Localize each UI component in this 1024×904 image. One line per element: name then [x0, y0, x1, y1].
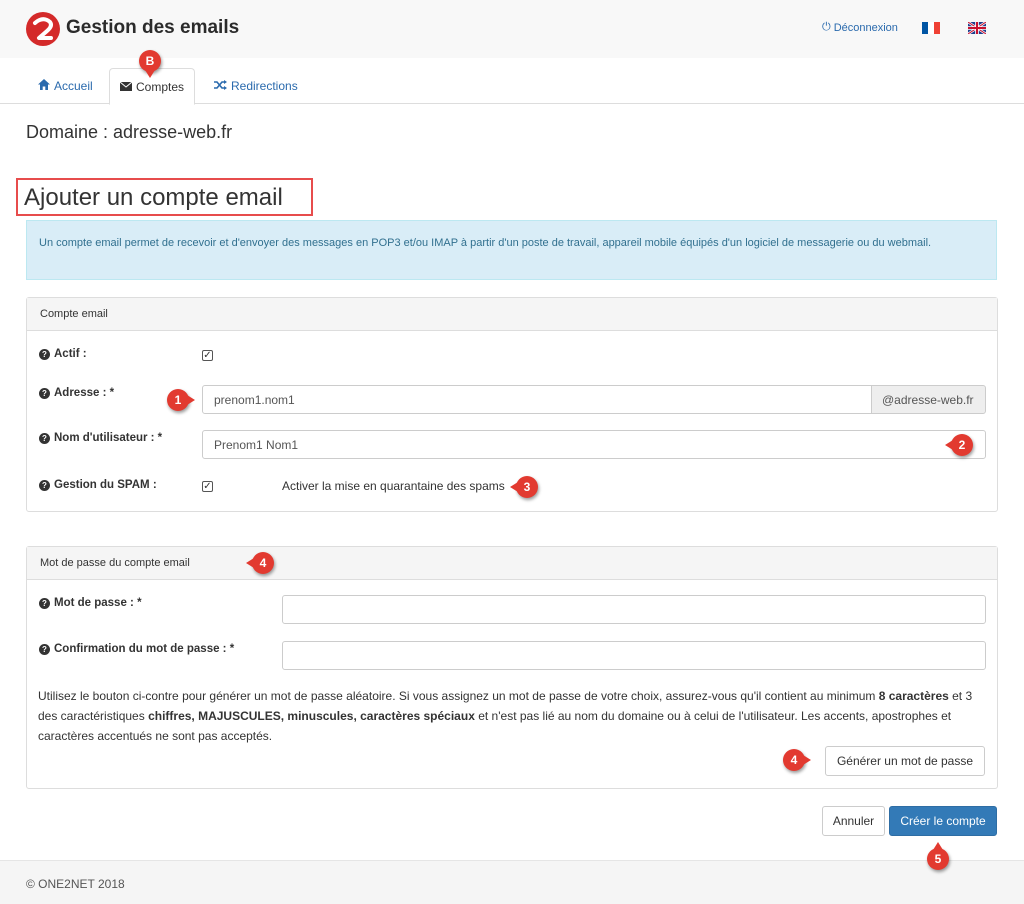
tab-label: Redirections	[231, 79, 298, 93]
envelope-icon	[119, 80, 133, 94]
page-title: Ajouter un compte email	[24, 184, 283, 211]
logout-label: Déconnexion	[833, 21, 898, 34]
help-icon: ?	[39, 643, 50, 655]
annotation-marker-4-heading: 4	[246, 552, 274, 574]
help-icon: ?	[39, 387, 50, 399]
footer: © ONE2NET 2018	[0, 860, 1024, 904]
home-icon	[38, 79, 50, 93]
cancel-button[interactable]: Annuler	[822, 806, 885, 836]
help-icon: ?	[39, 348, 50, 360]
tab-label: Accueil	[54, 79, 93, 93]
username-label-text: Nom d'utilisateur : *	[54, 432, 163, 444]
spam-label: ? Gestion du SPAM :	[39, 479, 157, 491]
help-icon: ?	[39, 479, 50, 491]
tab-label: Comptes	[136, 79, 185, 94]
help-text-part: Utilisez le bouton ci-contre pour génére…	[38, 689, 879, 703]
power-icon: ⏻	[822, 21, 831, 33]
active-label: ? Actif :	[39, 348, 87, 360]
username-label: ? Nom d'utilisateur : *	[39, 432, 162, 444]
password-input[interactable]	[282, 595, 986, 624]
username-input[interactable]: Prenom1 Nom1	[202, 430, 986, 459]
tab-redirections[interactable]: Redirections	[204, 68, 308, 104]
info-alert: Un compte email permet de recevoir et d'…	[26, 220, 997, 280]
english-flag-icon[interactable]	[968, 22, 986, 34]
confirm-label-text: Confirmation du mot de passe : *	[54, 643, 235, 655]
top-bar: Gestion des emails ⏻ Déconnexion	[0, 0, 1024, 58]
annotation-marker-4-button: 4	[783, 749, 811, 771]
annotation-marker-1: 1	[167, 389, 195, 411]
address-input[interactable]: prenom1.nom1	[202, 385, 872, 414]
confirm-password-label: ? Confirmation du mot de passe : *	[39, 643, 234, 655]
password-panel: Mot de passe du compte email ? Mot de pa…	[26, 546, 998, 789]
app-title: Gestion des emails	[66, 17, 240, 38]
brand-logo-icon	[26, 12, 60, 46]
logout-link[interactable]: ⏻ Déconnexion	[822, 21, 898, 34]
help-text-bold: chiffres, MAJUSCULES, minuscules, caract…	[148, 709, 475, 723]
password-label: ? Mot de passe : *	[39, 597, 142, 609]
annotation-marker-3: 3	[510, 476, 538, 498]
panel-heading: Mot de passe du compte email	[27, 547, 997, 580]
shuffle-icon	[214, 79, 227, 93]
active-label-text: Actif :	[54, 348, 87, 360]
french-flag-icon[interactable]	[922, 22, 940, 34]
annotation-marker-2: 2	[945, 434, 973, 456]
spam-option-text: Activer la mise en quarantaine des spams	[282, 479, 505, 493]
address-label-text: Adresse : *	[54, 387, 115, 399]
help-icon: ?	[39, 597, 50, 609]
active-checkbox[interactable]: ✓	[202, 350, 213, 361]
spam-checkbox[interactable]: ✓	[202, 481, 213, 492]
generate-password-button[interactable]: Générer un mot de passe	[825, 746, 985, 776]
panel-heading: Compte email	[27, 298, 997, 331]
annotation-marker-5: 5	[927, 842, 949, 870]
help-text-bold: 8 caractères	[878, 689, 949, 703]
address-label: ? Adresse : *	[39, 387, 114, 399]
create-account-button[interactable]: Créer le compte	[889, 806, 997, 836]
tab-accueil[interactable]: Accueil	[28, 68, 103, 104]
help-icon: ?	[39, 432, 50, 444]
domain-heading: Domaine : adresse-web.fr	[26, 122, 233, 142]
password-help-text: Utilisez le bouton ci-contre pour génére…	[38, 686, 988, 746]
password-label-text: Mot de passe : *	[54, 597, 142, 609]
annotation-marker-b: B	[139, 50, 161, 78]
spam-label-text: Gestion du SPAM :	[54, 479, 157, 491]
address-domain-addon: @adresse-web.fr	[871, 385, 986, 414]
confirm-password-input[interactable]	[282, 641, 986, 670]
